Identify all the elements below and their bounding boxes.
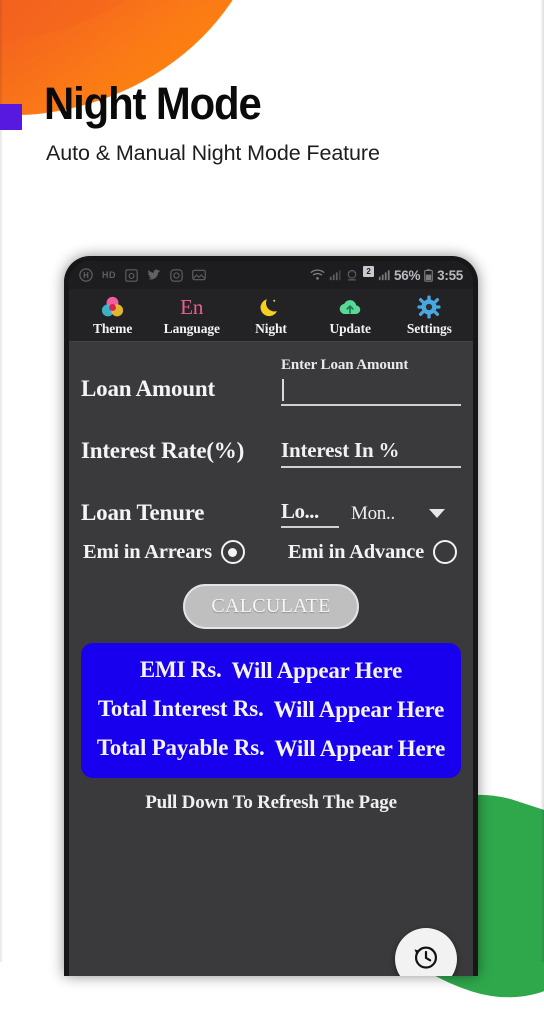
status-bar: HD 2 56% 3:55: [69, 261, 473, 289]
emi-type-row: Emi in Arrears Emi in Advance: [81, 530, 461, 564]
cloud-upload-icon: [337, 294, 363, 320]
results-panel: EMI Rs. Will Appear Here Total Interest …: [81, 643, 461, 779]
result-value-emi: Will Appear Here: [231, 658, 403, 683]
gear-icon: [417, 294, 441, 320]
page-title: Night Mode: [44, 78, 262, 129]
history-clock-icon: [411, 942, 441, 977]
status-bar-right-icons: 2 56% 3:55: [310, 266, 463, 284]
page-subtitle: Auto & Manual Night Mode Feature: [46, 141, 380, 166]
loan-tenure-unit-value[interactable]: Mon..: [351, 503, 395, 525]
emi-in-advance-label: Emi in Advance: [287, 540, 424, 563]
language-en-glyph: En: [180, 295, 204, 319]
result-row-total-interest: Total Interest Rs. Will Appear Here: [91, 696, 451, 723]
interest-rate-input[interactable]: Interest In %: [281, 438, 461, 468]
loan-form: Loan Amount Enter Loan Amount Interest R…: [69, 342, 473, 814]
emi-in-advance-radio[interactable]: [433, 540, 457, 564]
loan-tenure-row: Loan Tenure Lo... Mon..: [81, 468, 461, 530]
app-toolbar: Theme En Language Night Update Settings: [69, 289, 473, 342]
moon-icon: [259, 294, 283, 320]
language-en-icon: En: [180, 294, 203, 320]
loan-amount-row: Loan Amount Enter Loan Amount: [81, 344, 461, 406]
dual-sim-icon: [345, 269, 359, 282]
loan-amount-input[interactable]: [281, 376, 461, 406]
toolbar-label-language: Language: [163, 321, 220, 336]
hero-section: Night Mode Auto & Manual Night Mode Feat…: [0, 80, 544, 166]
interest-rate-row: Interest Rate(%) Interest In %: [81, 406, 461, 468]
loan-amount-caption: Enter Loan Amount: [281, 357, 409, 373]
toolbar-item-update[interactable]: Update: [312, 294, 388, 337]
toolbar-item-night[interactable]: Night: [233, 294, 309, 337]
chevron-down-icon[interactable]: [429, 509, 445, 518]
emi-in-arrears-option[interactable]: Emi in Arrears: [83, 540, 245, 564]
loan-tenure-input[interactable]: Lo...: [281, 499, 339, 528]
result-key-total-interest: Total Interest Rs.: [97, 696, 264, 722]
result-key-total-payable: Total Payable Rs.: [96, 735, 265, 761]
toolbar-item-language[interactable]: En Language: [154, 294, 230, 337]
hero-bullet-square: [0, 104, 22, 130]
status-bar-left-icons: HD: [79, 268, 310, 282]
result-value-total-payable: Will Appear Here: [274, 736, 446, 762]
emi-in-advance-option[interactable]: Emi in Advance: [288, 540, 457, 564]
history-fab-button[interactable]: [395, 928, 457, 976]
sim-slot-badge: 2: [363, 266, 375, 277]
battery-icon: [424, 268, 433, 282]
loan-tenure-field-wrap: Lo... Mon..: [281, 499, 461, 530]
interest-rate-placeholder: Interest In %: [281, 438, 400, 462]
result-row-total-payable: Total Payable Rs. Will Appear Here: [91, 735, 451, 762]
pull-to-refresh-hint: Pull Down To Refresh The Page: [145, 792, 397, 814]
calculate-button-wrap: CALCULATE: [81, 564, 461, 643]
loan-tenure-label: Loan Tenure: [81, 500, 205, 525]
result-row-emi: EMI Rs. Will Appear Here: [91, 657, 451, 684]
battery-percent-label: 56%: [394, 267, 421, 283]
interest-rate-label: Interest Rate(%): [81, 438, 245, 463]
emi-in-arrears-radio[interactable]: [220, 540, 245, 564]
text-caret: [282, 379, 284, 401]
toolbar-label-update: Update: [329, 321, 371, 336]
result-value-total-interest: Will Appear Here: [273, 697, 445, 723]
loan-amount-label: Loan Amount: [81, 376, 215, 401]
toolbar-item-settings[interactable]: Settings: [391, 294, 467, 337]
phone-screen: HD 2 56% 3:55 Theme En Language Night Up…: [69, 261, 473, 976]
interest-rate-field-wrap: Interest In %: [281, 438, 461, 468]
toolbar-label-theme: Theme: [92, 321, 133, 336]
clock-label: 3:55: [437, 267, 463, 283]
signal-bars-icon-1: [329, 269, 341, 281]
hd-icon: HD: [102, 270, 116, 280]
instagram-icon: [170, 268, 183, 282]
loan-amount-field-wrap: Enter Loan Amount: [281, 357, 461, 406]
toolbar-label-night: Night: [255, 321, 287, 336]
wifi-icon: [310, 269, 325, 281]
toolbar-item-theme[interactable]: Theme: [75, 294, 151, 337]
phone-mockup: HD 2 56% 3:55 Theme En Language Night Up…: [64, 256, 478, 976]
hotspot-icon: [79, 268, 93, 282]
calculate-button[interactable]: CALCULATE: [183, 584, 359, 629]
emi-in-arrears-label: Emi in Arrears: [83, 540, 212, 563]
signal-bars-icon-2: [378, 269, 390, 281]
screenshot-icon: [125, 268, 138, 282]
theme-palette-icon: [100, 294, 125, 320]
gallery-icon: [192, 269, 206, 281]
result-key-emi: EMI Rs.: [139, 657, 222, 682]
toolbar-label-settings: Settings: [406, 321, 452, 336]
twitter-icon: [147, 269, 161, 281]
